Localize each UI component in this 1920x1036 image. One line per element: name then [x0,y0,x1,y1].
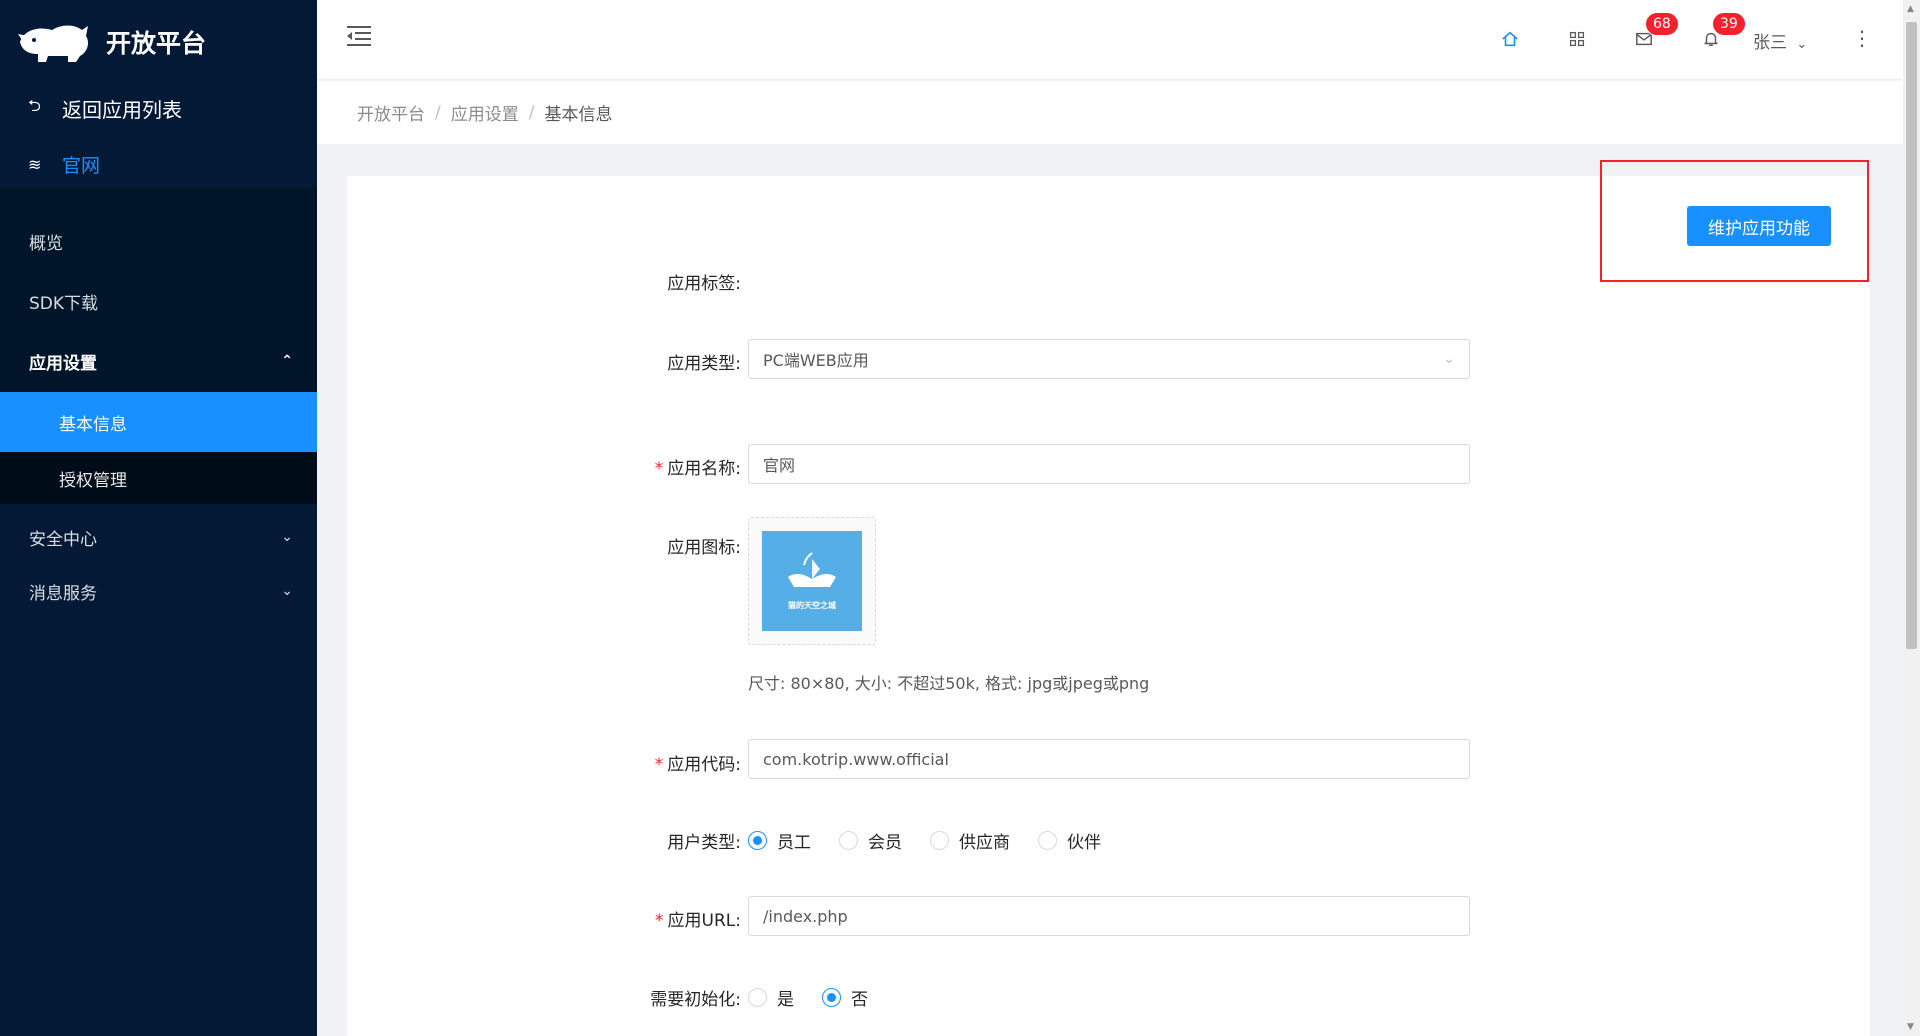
breadcrumb-current: 基本信息 [544,105,613,125]
radio-checked-icon [748,831,767,850]
required-mark: * [654,755,664,775]
scroll-up-arrow-icon[interactable]: ▲ [1907,4,1914,14]
sidebar-item-label: 应用设置 [29,353,97,374]
layers-icon: ≋ [28,154,42,174]
app-type-select[interactable]: PC端WEB应用 ⌄ [748,339,1470,379]
top-header: 68 39 张三 ⌄ ⋮ [317,0,1903,80]
app-icon-caption: 猫的天空之城 [788,601,836,610]
home-icon[interactable] [1499,28,1521,50]
user-type-label: 用户类型: [667,833,741,853]
scroll-down-arrow-icon[interactable]: ▼ [1907,1022,1914,1032]
app-name-value: 官网 [763,456,796,475]
sidebar-item-security-center[interactable]: 安全中心 ⌄ [0,510,317,564]
needs-init-label: 需要初始化: [650,990,741,1010]
chevron-down-icon: ⌄ [281,583,293,599]
chevron-down-icon: ⌄ [281,529,293,545]
radio-checked-icon [822,988,841,1007]
return-icon: ⮌ [28,95,41,115]
radio-label: 是 [777,990,794,1010]
icon-upload-hint: 尺寸: 80×80, 大小: 不超过50k, 格式: jpg或jpeg或png [748,674,1150,693]
page-scrollbar[interactable]: ▲ ▼ [1903,0,1920,1036]
sidebar-item-overview[interactable]: 概览 [0,212,317,270]
app-code-label: * 应用代码: [541,750,741,775]
chevron-down-icon: ⌄ [1443,351,1455,367]
radio-unchecked-icon [930,831,949,850]
radio-label: 供应商 [959,833,1010,853]
sidebar-item-label: 安全中心 [29,529,97,550]
app-name-label: * 应用名称: [541,454,741,479]
radio-label: 会员 [868,833,902,853]
breadcrumb-item[interactable]: 应用设置 [451,100,519,125]
breadcrumb: 开放平台 / 应用设置 / 基本信息 [317,81,1903,144]
radio-partner[interactable]: 伙伴 [1038,828,1101,853]
user-menu[interactable]: 张三 ⌄ [1753,28,1807,53]
breadcrumb-separator: / [435,102,441,123]
maintain-app-features-button[interactable]: 维护应用功能 [1687,206,1831,246]
user-name: 张三 [1753,33,1787,53]
sidebar-item-label: 基本信息 [59,414,127,435]
app-type-value: PC端WEB应用 [763,351,869,370]
app-code-value: com.kotrip.www.official [763,749,949,769]
app-tag-label: 应用标签: [667,274,741,294]
book-boat-icon [788,552,836,587]
radio-label: 否 [851,990,868,1010]
app-url-input[interactable]: /index.php [748,896,1470,936]
label-text: 应用代码: [667,755,741,775]
breadcrumb-separator: / [528,102,535,123]
sidebar-item-sdk-download[interactable]: SDK下载 [0,272,317,330]
sidebar-item-basic-info[interactable]: 基本信息 [0,392,317,452]
app-icon-uploader[interactable]: 猫的天空之城 [748,517,876,645]
logo-text: 开放平台 [106,29,207,58]
radio-unchecked-icon [1038,831,1057,850]
radio-employee[interactable]: 员工 [748,828,811,853]
chevron-up-icon: ⌃ [281,353,293,369]
sidebar-item-label: 概览 [29,233,63,254]
sidebar: 开放平台 ⮌ 返回应用列表 ≋ 官网 概览 SDK下载 应用设置 ⌃ 基本信息 … [0,0,317,1036]
app-name: 官网 [62,154,101,177]
app-type-label: 应用类型: [667,354,741,374]
sidebar-item-label: 消息服务 [29,583,97,604]
back-to-app-list[interactable]: ⮌ 返回应用列表 [0,88,317,128]
radio-label: 伙伴 [1067,833,1101,853]
radio-member[interactable]: 会员 [839,828,902,853]
mail-count-badge: 68 [1645,12,1679,36]
app-code-input[interactable]: com.kotrip.www.official [748,739,1470,779]
user-type-radio-group: 员工 会员 供应商 伙伴 [748,828,1129,853]
sidebar-item-message-service[interactable]: 消息服务 ⌄ [0,564,317,618]
label-text: 应用URL: [667,911,741,931]
chevron-down-icon: ⌄ [1796,37,1808,52]
sidebar-item-app-settings[interactable]: 应用设置 ⌃ [0,332,317,390]
breadcrumb-item[interactable]: 开放平台 [357,100,425,125]
radio-no[interactable]: 否 [822,985,868,1010]
required-mark: * [655,911,664,931]
app-url-label: * 应用URL: [541,906,741,931]
back-label: 返回应用列表 [62,97,182,122]
apps-grid-icon[interactable] [1566,28,1588,50]
logo[interactable]: 开放平台 [18,18,206,66]
radio-yes[interactable]: 是 [748,985,794,1010]
app-icon-image: 猫的天空之城 [762,531,862,631]
more-vertical-icon[interactable]: ⋮ [1852,26,1872,50]
rhino-logo-icon [18,25,88,62]
sidebar-menu: 概览 SDK下载 应用设置 ⌃ 基本信息 授权管理 [0,188,317,504]
scrollbar-thumb[interactable] [1906,22,1917,649]
radio-unchecked-icon [748,988,767,1007]
current-app[interactable]: ≋ 官网 [0,144,317,184]
required-mark: * [654,459,664,479]
menu-fold-icon[interactable] [347,25,373,47]
sidebar-item-auth-management[interactable]: 授权管理 [0,452,317,504]
sidebar-item-label: 授权管理 [59,470,127,491]
label-text: 应用名称: [667,459,741,479]
radio-supplier[interactable]: 供应商 [930,828,1010,853]
needs-init-radio-group: 是 否 [748,985,896,1010]
app-icon-label: 应用图标: [667,538,741,558]
radio-unchecked-icon [839,831,858,850]
sidebar-item-label: SDK下载 [29,293,99,314]
radio-label: 员工 [777,833,811,853]
notification-count-badge: 39 [1712,12,1746,36]
app-name-input[interactable]: 官网 [748,444,1470,484]
app-url-value: /index.php [763,906,848,926]
